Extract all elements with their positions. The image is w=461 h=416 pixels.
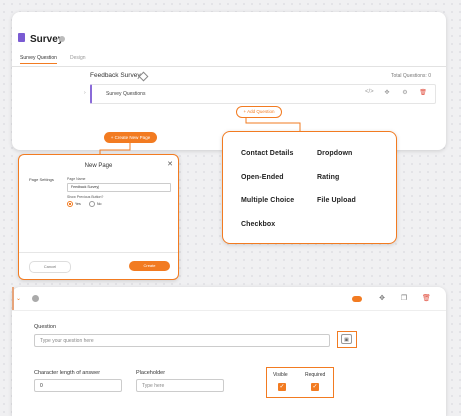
radio-no-label: No: [97, 202, 102, 206]
visible-checkbox[interactable]: ✓: [278, 383, 286, 391]
question-type-dropdown[interactable]: Dropdown: [317, 150, 352, 157]
create-new-page-button[interactable]: + Create New Page: [104, 132, 157, 143]
radio-yes[interactable]: Yes: [67, 201, 81, 207]
image-icon[interactable]: ▣: [341, 334, 352, 344]
char-length-label: Character length of answer: [34, 370, 101, 376]
close-icon[interactable]: ✕: [167, 160, 173, 168]
question-type-contact-details[interactable]: Contact Details: [241, 150, 293, 157]
move-icon[interactable]: ✥: [378, 294, 386, 302]
side-bar: [12, 287, 14, 310]
create-button[interactable]: Create: [129, 261, 170, 271]
question-label: Question: [34, 324, 57, 330]
radio-unselected-icon: [89, 201, 95, 207]
radio-no[interactable]: No: [89, 201, 101, 207]
question-type-file-upload[interactable]: File Upload: [317, 197, 356, 204]
toggle-switch[interactable]: [352, 296, 362, 302]
image-button-highlight: ▣: [337, 331, 357, 348]
radio-yes-label: Yes: [75, 202, 81, 206]
char-length-input[interactable]: 0: [34, 379, 122, 392]
question-type-open-ended[interactable]: Open-Ended: [241, 174, 284, 181]
question-editor-card: ⌄ ✥ ❐ 🗑 Question Type your question here…: [12, 287, 446, 416]
question-input[interactable]: Type your question here: [34, 334, 330, 347]
question-type-checkbox[interactable]: Checkbox: [241, 221, 275, 228]
placeholder-input[interactable]: Type here: [136, 379, 224, 392]
visibility-required-group: Visible Required ✓ ✓: [266, 367, 334, 398]
question-header: ⌄ ✥ ❐ 🗑: [12, 287, 446, 311]
required-label: Required: [305, 372, 326, 378]
required-checkbox[interactable]: ✓: [311, 383, 319, 391]
new-page-modal: New Page ✕ Page Settings Page Name Feedb…: [18, 154, 179, 280]
page-name-label: Page Name: [67, 177, 86, 181]
cancel-button[interactable]: Cancel: [29, 261, 71, 273]
question-type-multiple-choice[interactable]: Multiple Choice: [241, 197, 294, 204]
page-settings-label: Page Settings: [29, 177, 54, 182]
question-actions: ✥ ❐ 🗑: [378, 294, 431, 302]
question-type-rating[interactable]: Rating: [317, 174, 339, 181]
question-types-popup: Contact Details Dropdown Open-Ended Rati…: [222, 131, 397, 244]
trash-icon[interactable]: 🗑: [422, 294, 431, 302]
page-name-input[interactable]: Feedback Survey|: [67, 183, 171, 192]
copy-icon[interactable]: ❐: [400, 294, 408, 302]
visible-label: Visible: [273, 372, 288, 378]
radio-selected-icon: [67, 201, 73, 207]
show-previous-label: Show Previous Button?: [67, 195, 104, 199]
chevron-down-icon[interactable]: ⌄: [16, 295, 21, 302]
question-type-icon: [32, 295, 39, 302]
placeholder-label: Placeholder: [136, 370, 166, 376]
modal-title: New Page: [84, 163, 113, 169]
divider: [19, 252, 178, 253]
